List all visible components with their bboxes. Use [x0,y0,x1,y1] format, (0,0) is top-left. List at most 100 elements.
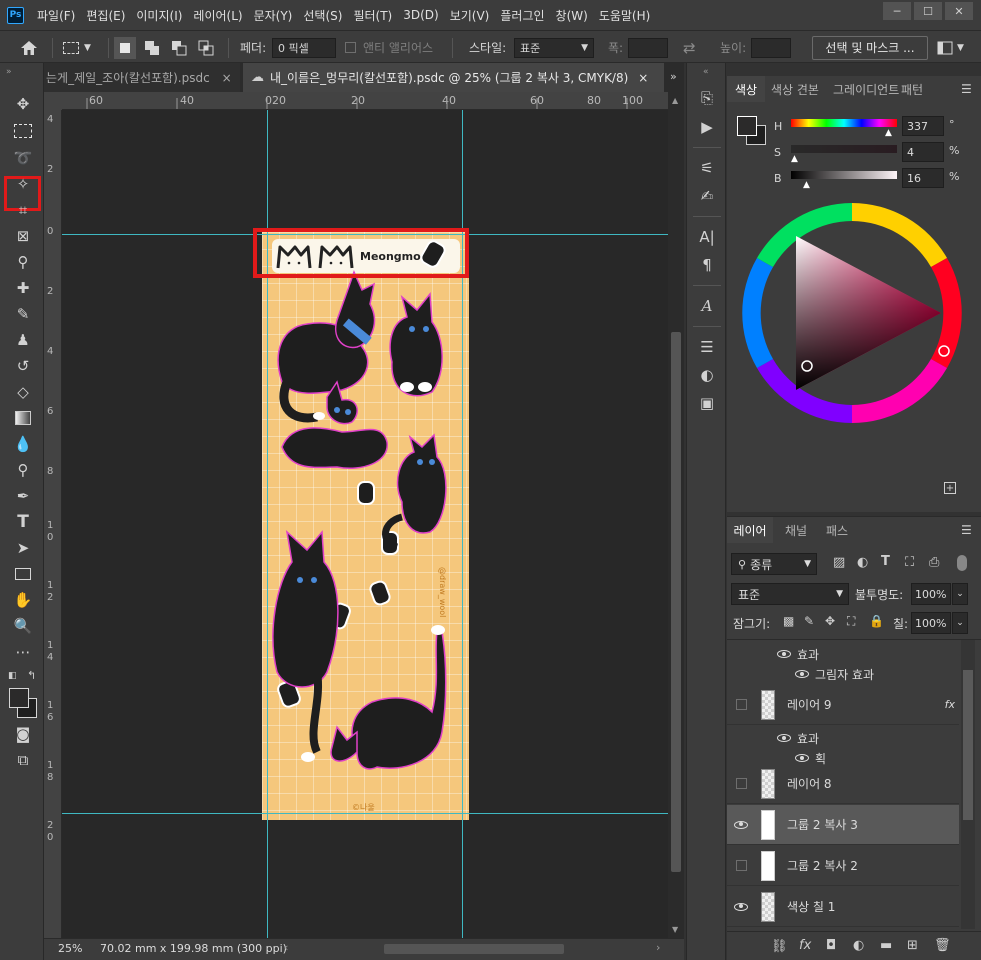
menu-filter[interactable]: 필터(T) [353,7,392,24]
panel-menu-icon[interactable]: ☰ [961,82,972,96]
quick-mask-icon[interactable]: ◙ [10,723,36,745]
blur-tool-icon[interactable]: 💧 [10,433,36,455]
scroll-right-icon[interactable]: › [656,941,660,954]
workspace-switcher[interactable]: ▼ [937,31,964,64]
menu-3d[interactable]: 3D(D) [403,8,438,22]
brightness-input[interactable]: 16 [902,168,944,188]
saturation-input[interactable]: 4 [902,142,944,162]
scroll-down-icon[interactable]: ▼ [672,925,678,934]
close-window-button[interactable]: ✕ [945,2,973,20]
visibility-toggle[interactable] [735,778,747,789]
crop-tool-icon[interactable]: ⌗ [10,199,36,221]
blend-mode-select[interactable]: 표준 ▼ [731,583,849,605]
eye-icon[interactable] [777,650,791,658]
layer-row[interactable]: 레이어 9 fx [727,685,959,725]
filter-pixel-icon[interactable]: ▨ [833,555,845,570]
layer-filter-select[interactable]: ⚲ 종류 ▼ [731,553,817,575]
intersect-selection-button[interactable] [197,31,215,64]
menu-select[interactable]: 선택(S) [303,7,342,24]
layer-row[interactable]: 그룹 2 복사 2 [727,846,959,886]
fx-badge-icon[interactable]: fx [945,698,955,711]
layers-scrollbar[interactable] [961,640,975,929]
hue-input[interactable]: 337 [902,116,944,136]
filter-toggle[interactable] [957,555,967,571]
layer-row-selected[interactable]: 그룹 2 복사 3 [727,805,959,845]
layer-name[interactable]: 그룹 2 복사 2 [787,857,858,874]
new-selection-button[interactable] [114,31,136,64]
path-selection-tool-icon[interactable]: ➤ [10,537,36,559]
menu-image[interactable]: 이미지(I) [136,7,182,24]
document-canvas[interactable]: Meongmoori @draw_wool ©나울 [62,110,668,938]
layer-name[interactable]: 레이어 8 [787,775,832,792]
filter-shape-icon[interactable]: ⛶ [905,555,914,570]
document-info[interactable]: 70.02 mm x 199.98 mm (300 ppi) [100,942,287,955]
fill-dropdown[interactable]: ⌄ [952,612,968,634]
home-button[interactable] [20,31,38,64]
subtract-selection-button[interactable] [170,31,188,64]
color-wheel[interactable] [739,200,969,430]
horizontal-scroll-thumb[interactable] [384,944,564,954]
type-tool-icon[interactable]: T [10,511,36,533]
dodge-tool-icon[interactable]: ⚲ [10,459,36,481]
brightness-slider[interactable] [791,171,897,179]
ruler-origin[interactable] [44,92,62,110]
paragraph-panel-icon[interactable]: ¶ [695,254,719,276]
healing-brush-tool-icon[interactable]: ✚ [10,277,36,299]
delete-layer-icon[interactable]: 🗑 [934,938,951,953]
select-and-mask-button[interactable]: 선택 및 마스크 ... [812,35,928,60]
eye-icon[interactable] [795,670,809,678]
scroll-left-icon[interactable]: ‹ [284,941,288,954]
drop-shadow-effect-row[interactable]: 그림자 효과 [727,664,959,684]
libraries-panel-icon[interactable]: ▣ [695,392,719,414]
hue-slider[interactable] [791,119,897,127]
effects-row[interactable]: 효과 [727,728,959,748]
menu-type[interactable]: 문자(Y) [254,7,293,24]
height-input[interactable] [751,37,791,58]
vertical-scroll-thumb[interactable] [671,332,681,872]
expand-dock-icon[interactable]: « [703,67,709,77]
canvas-vertical-scrollbar[interactable]: ▲ ▼ [668,92,684,938]
menu-plugins[interactable]: 플러그인 [500,7,544,24]
layer-name[interactable]: 레이어 9 [787,696,832,713]
adjustment-layer-icon[interactable]: ◐ [853,938,864,953]
history-panel-icon[interactable]: ⎘ [695,87,719,109]
opacity-dropdown[interactable]: ⌄ [952,583,968,605]
glyphs-panel-icon[interactable]: A [695,295,719,317]
lock-artboard-icon[interactable]: ⛶ [847,614,855,629]
visibility-toggle[interactable] [735,860,747,871]
brightness-slider-thumb[interactable]: ▲ [803,180,810,190]
minimize-button[interactable]: ─ [883,2,911,20]
tab-channels[interactable]: 채널 [785,517,807,543]
rectangle-tool-icon[interactable] [10,563,36,585]
collapse-toolbar-icon[interactable]: » [6,67,12,77]
pen-tool-icon[interactable]: ✒ [10,485,36,507]
menu-window[interactable]: 창(W) [556,7,588,24]
vertical-ruler[interactable]: 4 2 0 2 4 6 8 10 12 14 16 18 20 [44,110,62,938]
lock-pixels-icon[interactable]: ✎ [804,614,814,628]
hand-tool-icon[interactable]: ✋ [10,589,36,611]
adjustments-panel-icon[interactable]: ◐ [695,364,719,386]
saturation-slider-thumb[interactable]: ▲ [791,154,798,164]
history-brush-tool-icon[interactable]: ↺ [10,355,36,377]
filter-type-icon[interactable]: T [881,554,890,569]
feather-input[interactable]: 0 픽셀 [272,37,336,58]
add-swatch-icon[interactable]: + [944,482,956,494]
tab-paths[interactable]: 패스 [826,517,848,543]
eyedropper-tool-icon[interactable]: ⚲ [10,251,36,273]
brushes-panel-icon[interactable]: ✍ [695,185,719,207]
zoom-level[interactable]: 25% [58,942,82,955]
edit-toolbar-icon[interactable]: ⋯ [10,641,36,663]
layer-row[interactable]: 색상 칠 1 [727,887,959,927]
frame-tool-icon[interactable]: ⊠ [10,225,36,247]
visibility-toggle[interactable] [735,699,747,710]
layers-scroll-thumb[interactable] [963,670,973,820]
color-foreground-swatch[interactable] [737,116,757,136]
new-group-icon[interactable]: ▬ [880,938,892,953]
eye-icon[interactable] [734,902,748,911]
style-select[interactable]: 표준 ▼ [514,37,594,58]
panel-menu-icon[interactable]: ☰ [961,523,972,537]
link-layers-icon[interactable]: ⛓ [771,939,788,954]
layer-name[interactable]: 색상 칠 1 [787,898,835,915]
magic-wand-tool-icon[interactable]: ✧ [10,173,36,195]
default-colors-icon[interactable]: ◧ [8,671,17,681]
